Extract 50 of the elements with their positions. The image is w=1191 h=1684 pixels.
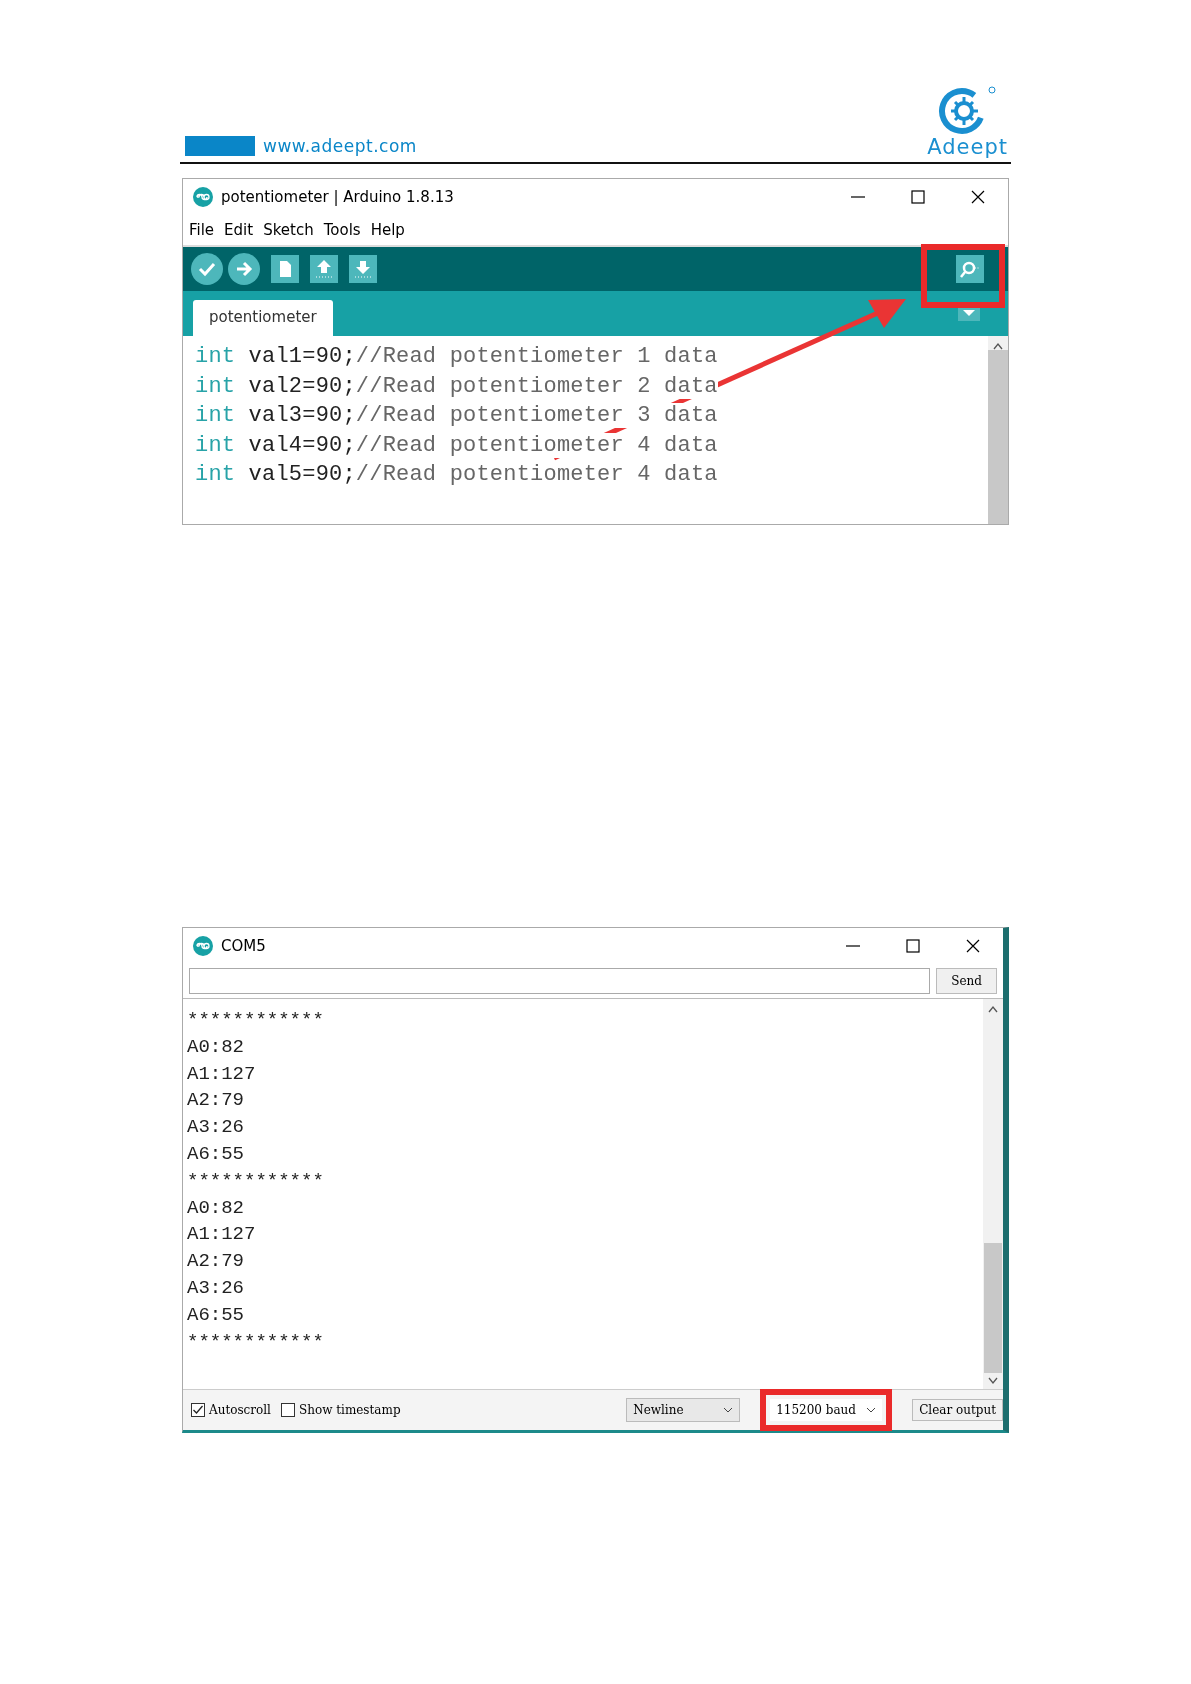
scroll-down-icon[interactable] <box>988 1377 998 1385</box>
scroll-up-icon[interactable] <box>988 1005 998 1013</box>
menu-item[interactable]: File <box>189 221 215 239</box>
output-line: A1:127 <box>187 1222 257 1248</box>
dropdown[interactable]: 115200 baud <box>770 1399 883 1421</box>
output-line: ************ <box>187 1008 325 1033</box>
code-line: int val4=90;//Read potentiometer 4 data <box>195 431 719 460</box>
maximize-icon[interactable] <box>910 189 926 205</box>
logo-icon <box>937 85 998 137</box>
output-line: ************ <box>187 1329 325 1355</box>
output-line: A6:55 <box>187 1302 245 1328</box>
scroll-up-icon[interactable] <box>993 342 1003 350</box>
output-line: A3:26 <box>187 1115 245 1141</box>
scrollbar[interactable] <box>988 336 1008 524</box>
output-line: A2:79 <box>187 1249 245 1275</box>
brand-name: Adeept <box>927 137 1008 158</box>
editor-tab[interactable]: potentiometer <box>193 300 333 336</box>
header-bar <box>185 136 255 156</box>
checkbox[interactable] <box>191 1403 205 1417</box>
menu-item[interactable]: Edit <box>224 221 254 239</box>
menu-item[interactable]: Help <box>370 221 405 239</box>
scrollbar[interactable] <box>983 999 1003 1389</box>
menu-item[interactable]: Tools <box>323 221 361 239</box>
caret-icon <box>723 1407 734 1413</box>
app-icon <box>193 187 213 207</box>
upload-icon[interactable] <box>228 253 260 285</box>
output-line: A6:55 <box>187 1142 245 1167</box>
caret-icon <box>866 1407 877 1413</box>
dropdown[interactable]: Newline <box>626 1398 741 1422</box>
input-field[interactable] <box>189 968 931 994</box>
maximize-icon[interactable] <box>905 938 921 954</box>
send-button[interactable]: Send <box>936 968 997 994</box>
window-title: COM5 <box>221 937 267 955</box>
verify-icon[interactable] <box>191 253 223 285</box>
output-line: ************ <box>187 1168 325 1194</box>
output-line: A0:82 <box>187 1195 245 1221</box>
output-line: A2:79 <box>187 1088 245 1114</box>
checkbox[interactable] <box>280 1403 295 1417</box>
checkbox-label: Show timestamp <box>298 1403 401 1417</box>
clear-output-button[interactable]: Clear output <box>912 1399 1003 1421</box>
close-icon[interactable] <box>970 189 986 205</box>
menu-item[interactable]: Sketch <box>263 221 314 239</box>
output-line: A0:82 <box>187 1034 245 1060</box>
app-icon <box>193 936 213 956</box>
window-title: potentiometer | Arduino 1.8.13 <box>221 188 455 206</box>
output-line: A1:127 <box>187 1061 257 1087</box>
checkbox-label: Autoscroll <box>209 1403 271 1417</box>
output-line: A3:26 <box>187 1275 245 1301</box>
close-icon[interactable] <box>965 938 981 954</box>
code-line: int val3=90;//Read potentiometer 3 data <box>195 402 719 431</box>
